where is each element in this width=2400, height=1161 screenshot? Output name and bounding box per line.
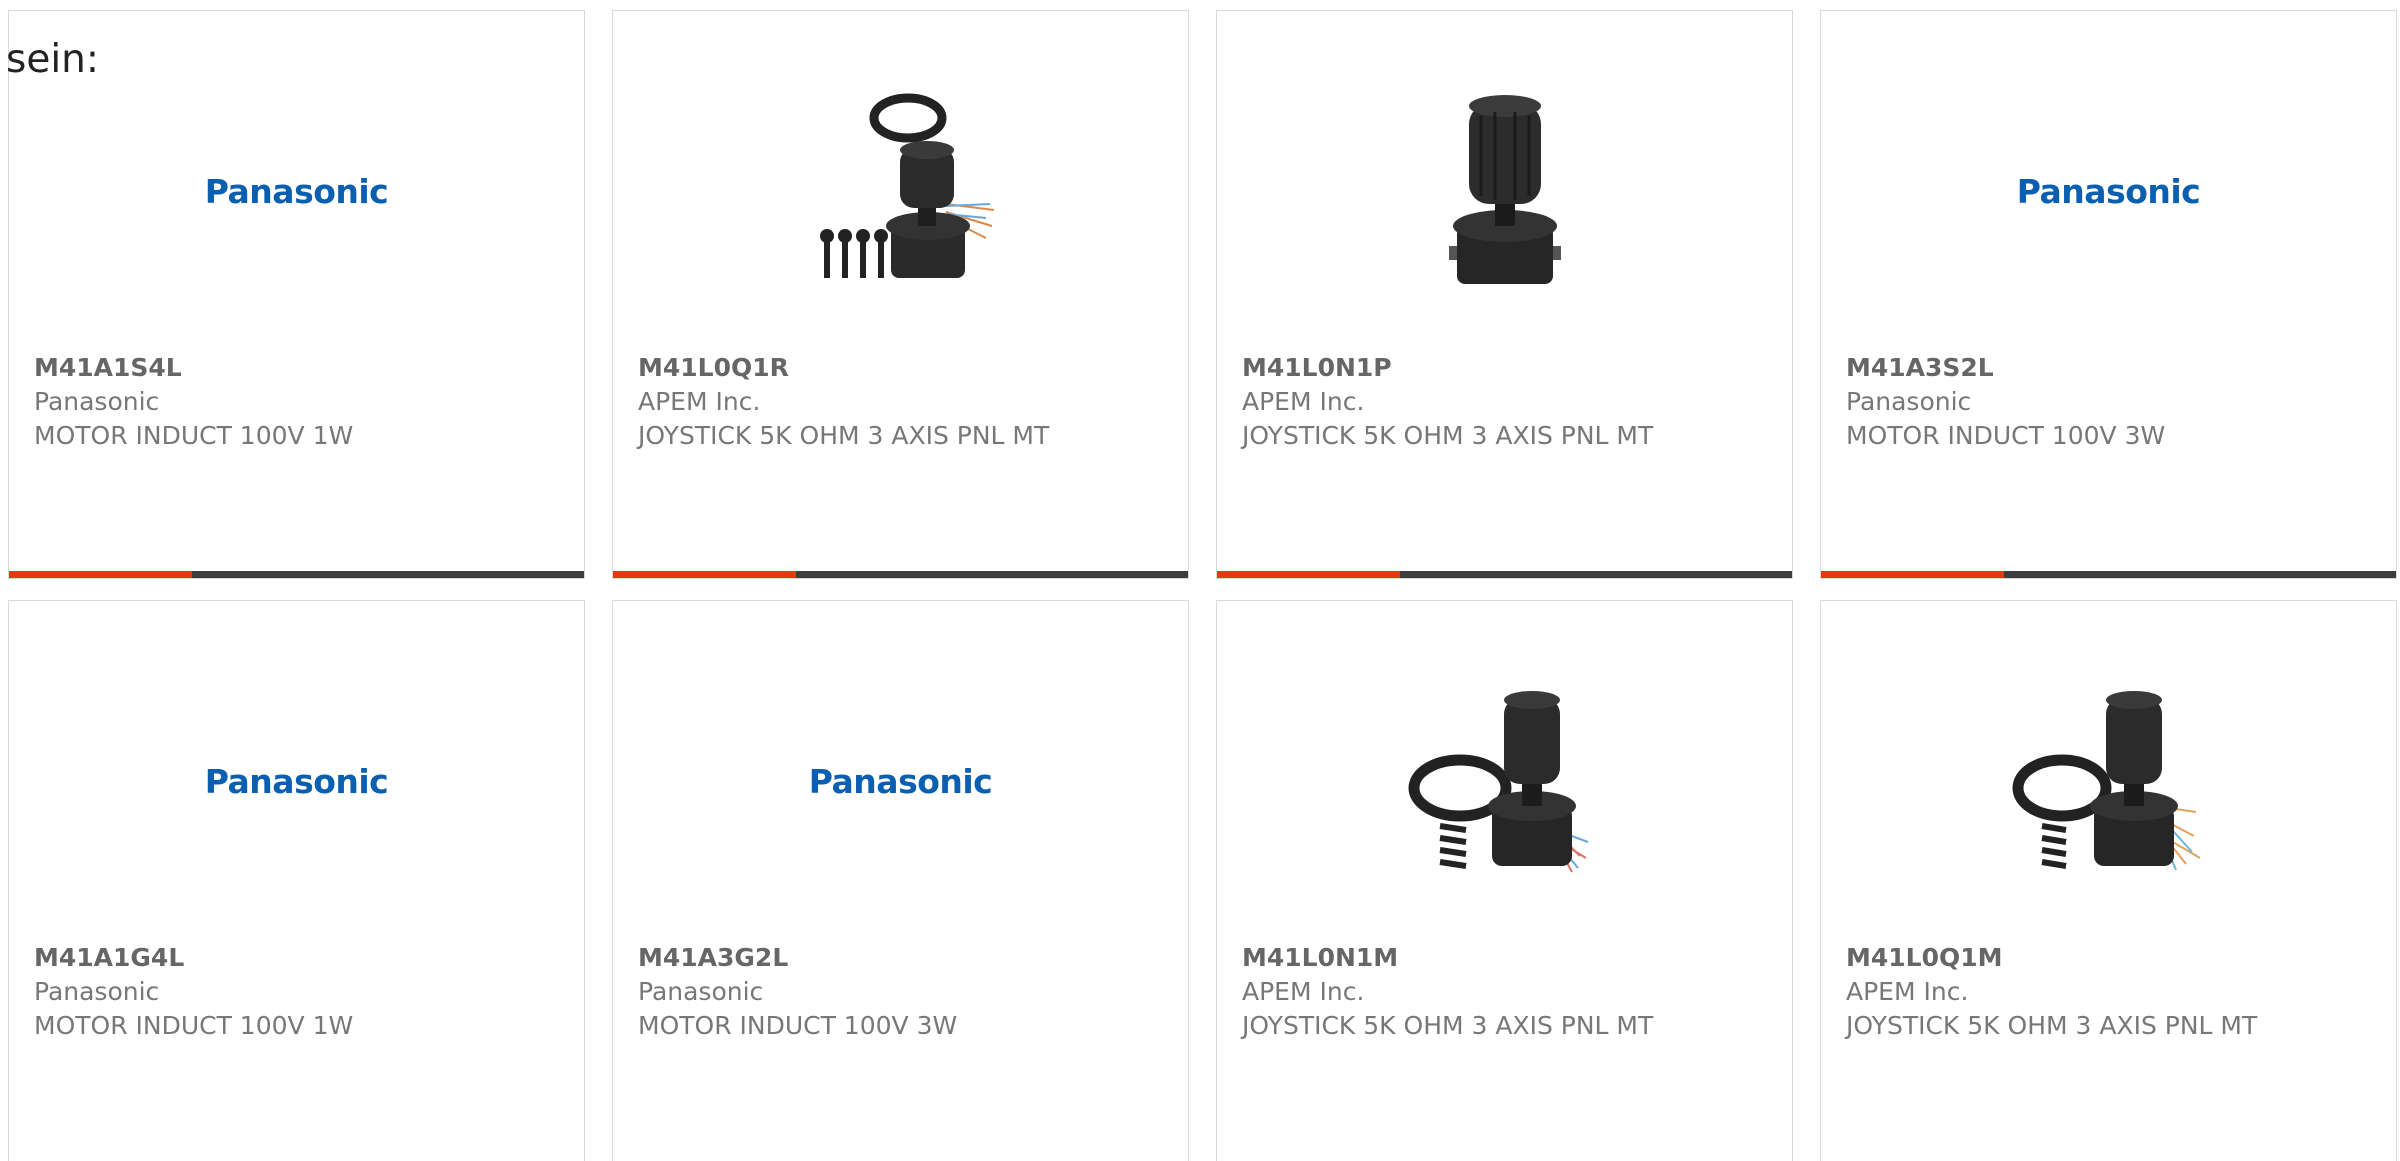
- product-card[interactable]: Panasonic M41A3G2L Panasonic MOTOR INDUC…: [612, 600, 1189, 1161]
- intro-text: sein:: [6, 37, 100, 82]
- manufacturer: APEM Inc.: [1242, 977, 1365, 1006]
- manufacturer: APEM Inc.: [1846, 977, 1969, 1006]
- part-number-link[interactable]: M41L0Q1R: [638, 351, 1058, 385]
- product-description: JOYSTICK 5K OHM 3 AXIS PNL MT: [1846, 1011, 2258, 1040]
- product-image[interactable]: Panasonic: [9, 666, 584, 896]
- part-number-link[interactable]: M41A1G4L: [34, 941, 454, 975]
- product-info: M41A3G2L Panasonic MOTOR INDUCT 100V 3W: [638, 941, 1058, 1043]
- product-description: MOTOR INDUCT 100V 1W: [34, 421, 354, 450]
- product-grid-page: sein: Panasonic M41A1S4L Panasonic MOTOR…: [0, 0, 2400, 1161]
- card-accent-bar: [1821, 571, 2396, 578]
- manufacturer: Panasonic: [1846, 387, 1972, 416]
- product-grid: Panasonic M41A1S4L Panasonic MOTOR INDUC…: [0, 0, 2400, 1161]
- product-description: JOYSTICK 5K OHM 3 AXIS PNL MT: [638, 421, 1050, 450]
- product-image[interactable]: [613, 76, 1188, 306]
- part-number-link[interactable]: M41A3S2L: [1846, 351, 2266, 385]
- product-description: JOYSTICK 5K OHM 3 AXIS PNL MT: [1242, 1011, 1654, 1040]
- product-description: MOTOR INDUCT 100V 1W: [34, 1011, 354, 1040]
- panasonic-logo: Panasonic: [204, 761, 389, 801]
- manufacturer: Panasonic: [638, 977, 764, 1006]
- product-info: M41L0N1P APEM Inc. JOYSTICK 5K OHM 3 AXI…: [1242, 351, 1662, 453]
- product-image[interactable]: Panasonic: [9, 76, 584, 306]
- product-description: JOYSTICK 5K OHM 3 AXIS PNL MT: [1242, 421, 1654, 450]
- joystick-kit-icon: [796, 86, 1006, 296]
- manufacturer: Panasonic: [34, 977, 160, 1006]
- product-card[interactable]: M41L0N1P APEM Inc. JOYSTICK 5K OHM 3 AXI…: [1216, 10, 1793, 579]
- card-accent-bar: [613, 571, 1188, 578]
- product-info: M41L0Q1M APEM Inc. JOYSTICK 5K OHM 3 AXI…: [1846, 941, 2266, 1043]
- product-info: M41A3S2L Panasonic MOTOR INDUCT 100V 3W: [1846, 351, 2266, 453]
- manufacturer: Panasonic: [34, 387, 160, 416]
- product-card[interactable]: M41L0Q1M APEM Inc. JOYSTICK 5K OHM 3 AXI…: [1820, 600, 2397, 1161]
- joystick-kit-icon: [2004, 676, 2214, 886]
- product-image[interactable]: Panasonic: [1821, 76, 2396, 306]
- joystick-kit-icon: [1400, 676, 1610, 886]
- product-card[interactable]: Panasonic M41A3S2L Panasonic MOTOR INDUC…: [1820, 10, 2397, 579]
- product-description: MOTOR INDUCT 100V 3W: [1846, 421, 2166, 450]
- panasonic-logo: Panasonic: [204, 171, 389, 211]
- product-info: M41A1S4L Panasonic MOTOR INDUCT 100V 1W: [34, 351, 454, 453]
- part-number-link[interactable]: M41A3G2L: [638, 941, 1058, 975]
- manufacturer: APEM Inc.: [1242, 387, 1365, 416]
- card-accent-bar: [1217, 571, 1792, 578]
- product-info: M41L0N1M APEM Inc. JOYSTICK 5K OHM 3 AXI…: [1242, 941, 1662, 1043]
- product-card[interactable]: Panasonic M41A1G4L Panasonic MOTOR INDUC…: [8, 600, 585, 1161]
- product-image[interactable]: [1217, 666, 1792, 896]
- product-image[interactable]: Panasonic: [613, 666, 1188, 896]
- panasonic-logo: Panasonic: [808, 761, 993, 801]
- panasonic-logo: Panasonic: [2016, 171, 2201, 211]
- part-number-link[interactable]: M41L0N1P: [1242, 351, 1662, 385]
- part-number-link[interactable]: M41L0Q1M: [1846, 941, 2266, 975]
- part-number-link[interactable]: M41A1S4L: [34, 351, 454, 385]
- product-info: M41L0Q1R APEM Inc. JOYSTICK 5K OHM 3 AXI…: [638, 351, 1058, 453]
- product-image[interactable]: [1821, 666, 2396, 896]
- joystick-icon: [1405, 86, 1605, 296]
- card-accent-bar: [9, 571, 584, 578]
- product-image[interactable]: [1217, 76, 1792, 306]
- product-description: MOTOR INDUCT 100V 3W: [638, 1011, 958, 1040]
- product-card[interactable]: M41L0N1M APEM Inc. JOYSTICK 5K OHM 3 AXI…: [1216, 600, 1793, 1161]
- part-number-link[interactable]: M41L0N1M: [1242, 941, 1662, 975]
- product-card[interactable]: M41L0Q1R APEM Inc. JOYSTICK 5K OHM 3 AXI…: [612, 10, 1189, 579]
- manufacturer: APEM Inc.: [638, 387, 761, 416]
- product-card[interactable]: Panasonic M41A1S4L Panasonic MOTOR INDUC…: [8, 10, 585, 579]
- product-info: M41A1G4L Panasonic MOTOR INDUCT 100V 1W: [34, 941, 454, 1043]
